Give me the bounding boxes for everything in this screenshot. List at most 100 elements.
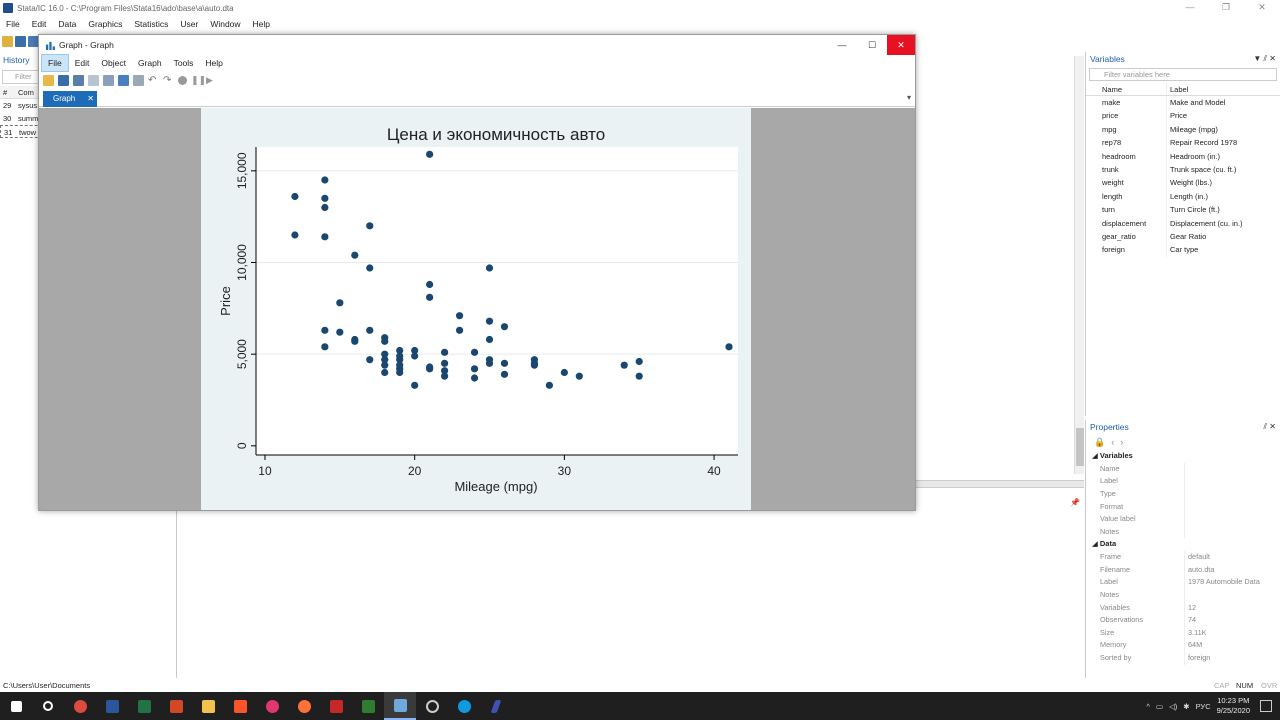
property-row[interactable]: Filename auto.dta	[1086, 563, 1280, 577]
property-row[interactable]: Memory 64M	[1086, 639, 1280, 652]
property-row[interactable]: Variables 12	[1086, 601, 1280, 615]
property-row[interactable]: Size 3.11K	[1086, 626, 1280, 640]
variable-row[interactable]: make Make and Model	[1086, 96, 1280, 110]
recorder-icon[interactable]	[133, 74, 144, 86]
notification-icon[interactable]	[1260, 700, 1272, 712]
property-row[interactable]: Sorted by foreign	[1086, 651, 1280, 665]
variable-row[interactable]: headroom Headroom (in.)	[1086, 149, 1280, 163]
taskbar-app-pink[interactable]	[256, 692, 288, 720]
properties-variables-section[interactable]: ◢ Variables	[1086, 450, 1280, 463]
taskbar-powerpoint[interactable]	[160, 692, 192, 720]
variable-row[interactable]: foreign Car type	[1086, 243, 1280, 257]
graph-minimize-icon[interactable]: —	[827, 35, 857, 55]
graph-menu-object[interactable]: Object	[95, 55, 132, 71]
copy-graph-icon[interactable]	[88, 74, 99, 86]
variable-row[interactable]: rep78 Repair Record 1978	[1086, 136, 1280, 150]
taskbar-edge[interactable]	[448, 692, 480, 720]
results-scrollbar[interactable]	[1074, 56, 1084, 474]
variable-row[interactable]: displacement Displacement (cu. in.)	[1086, 216, 1280, 230]
open-icon[interactable]	[2, 35, 13, 47]
play-icon[interactable]: ▶	[206, 75, 217, 86]
network-icon[interactable]: ▭	[1156, 702, 1163, 711]
taskbar-stata[interactable]	[384, 692, 416, 720]
redo-icon[interactable]: ↷	[163, 75, 174, 86]
graph-editor-icon[interactable]	[118, 74, 129, 86]
start-button[interactable]	[0, 692, 32, 720]
variable-row[interactable]: trunk Trunk space (cu. ft.)	[1086, 162, 1280, 177]
graph-menu-edit[interactable]: Edit	[69, 55, 96, 71]
graph-menu-tools[interactable]: Tools	[168, 55, 200, 71]
taskbar-app-pen[interactable]	[480, 692, 512, 720]
menu-graphics[interactable]: Graphics	[82, 19, 128, 29]
properties-data-section[interactable]: ◢ Data	[1086, 538, 1280, 551]
graph-tab[interactable]: Graph ✕	[43, 91, 97, 107]
volume-icon[interactable]: ◁)	[1169, 702, 1177, 711]
variables-col-name[interactable]: Name	[1086, 83, 1166, 95]
search-button[interactable]	[32, 692, 64, 720]
variables-panel-controls[interactable]: ▼ ⫽ ✕	[1253, 54, 1276, 64]
print-graph-icon[interactable]	[73, 74, 84, 86]
undo-icon[interactable]: ↶	[148, 75, 159, 86]
property-row[interactable]: Format	[1086, 500, 1280, 514]
taskbar-app-green[interactable]	[352, 692, 384, 720]
scatter-chart[interactable]: Цена и экономичность авто 0 5,000 10,000 15…	[201, 108, 751, 510]
rename-graph-icon[interactable]	[103, 74, 114, 86]
variable-row[interactable]: mpg Mileage (mpg)	[1086, 122, 1280, 137]
taskbar-explorer[interactable]	[192, 692, 224, 720]
graph-menu-file[interactable]: File	[41, 54, 69, 72]
tab-close-icon[interactable]: ✕	[87, 91, 94, 107]
property-row[interactable]: Value label	[1086, 513, 1280, 526]
graph-close-icon[interactable]: ✕	[887, 35, 915, 55]
menu-statistics[interactable]: Statistics	[128, 19, 174, 29]
close-icon[interactable]: ✕	[1244, 0, 1280, 14]
restore-icon[interactable]: ❐	[1208, 0, 1244, 14]
variable-row[interactable]: gear_ratio Gear Ratio	[1086, 229, 1280, 244]
variables-col-label[interactable]: Label	[1166, 83, 1264, 95]
property-row[interactable]: Notes	[1086, 525, 1280, 539]
menu-window[interactable]: Window	[204, 19, 246, 29]
menu-file[interactable]: File	[0, 19, 26, 29]
back-arrow-icon[interactable]: ‹	[1111, 437, 1114, 447]
taskbar-app-red[interactable]	[320, 692, 352, 720]
property-row[interactable]: Frame default	[1086, 551, 1280, 564]
graph-window-titlebar[interactable]: Graph - Graph — ☐ ✕	[39, 35, 915, 55]
menu-data[interactable]: Data	[52, 19, 82, 29]
pause-icon[interactable]: ❚❚	[191, 75, 206, 86]
clock[interactable]: 10:23 PM 9/25/2020	[1217, 696, 1250, 716]
menu-user[interactable]: User	[174, 19, 204, 29]
record-icon[interactable]	[178, 75, 187, 85]
tray-chevron-icon[interactable]: ^	[1146, 702, 1150, 711]
variable-row[interactable]: length Length (in.)	[1086, 189, 1280, 204]
taskbar-firefox[interactable]	[288, 692, 320, 720]
results-command-divider[interactable]	[916, 480, 1084, 488]
minimize-icon[interactable]: —	[1172, 0, 1208, 14]
property-row[interactable]: Type	[1086, 487, 1280, 501]
results-scroll-thumb[interactable]	[1076, 428, 1084, 466]
variable-row[interactable]: weight Weight (lbs.)	[1086, 176, 1280, 190]
variables-filter-input[interactable]: Filter variables here	[1089, 68, 1277, 81]
property-row[interactable]: Label	[1086, 475, 1280, 488]
tray-app-icon[interactable]: ✱	[1183, 702, 1189, 711]
save-graph-icon[interactable]	[58, 74, 69, 86]
input-language[interactable]: РУС	[1196, 702, 1211, 711]
tab-dropdown-icon[interactable]: ▾	[907, 93, 911, 102]
taskbar-app-clock[interactable]	[416, 692, 448, 720]
taskbar-word[interactable]	[96, 692, 128, 720]
taskbar-chrome[interactable]	[64, 692, 96, 720]
menu-help[interactable]: Help	[247, 19, 276, 29]
menu-edit[interactable]: Edit	[26, 19, 53, 29]
property-row[interactable]: Label 1978 Automobile Data	[1086, 576, 1280, 589]
graph-menu-help[interactable]: Help	[199, 55, 228, 71]
open-graph-icon[interactable]	[43, 74, 54, 86]
property-row[interactable]: Notes	[1086, 588, 1280, 602]
taskbar-brave[interactable]	[224, 692, 256, 720]
property-row[interactable]: Observations 74	[1086, 614, 1280, 627]
forward-arrow-icon[interactable]: ›	[1120, 437, 1123, 447]
properties-panel-controls[interactable]: ⫽ ✕	[1264, 422, 1277, 432]
lock-icon[interactable]: 🔒	[1094, 437, 1105, 448]
save-icon[interactable]	[15, 35, 26, 47]
variable-row[interactable]: turn Turn Circle (ft.)	[1086, 203, 1280, 217]
variable-row[interactable]: price Price	[1086, 109, 1280, 123]
command-pin-icon[interactable]: 📌	[1070, 498, 1080, 507]
property-row[interactable]: Name	[1086, 462, 1280, 476]
